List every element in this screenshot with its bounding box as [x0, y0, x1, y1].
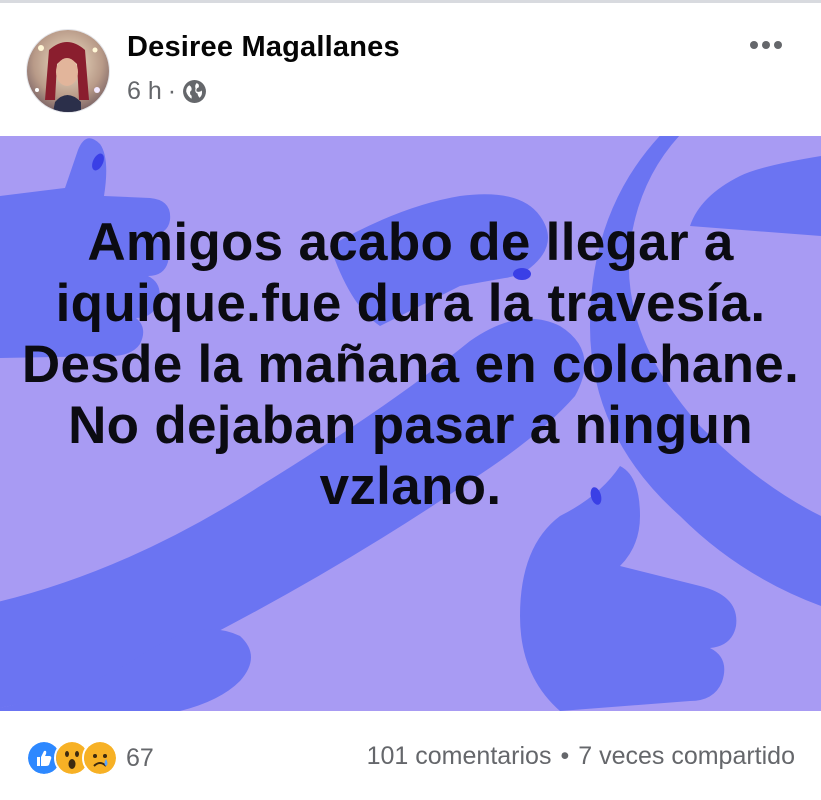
comments-count[interactable]: 101 comentarios: [367, 742, 552, 771]
meta-separator: ·: [167, 77, 177, 105]
stats-separator: •: [560, 742, 570, 770]
author-name[interactable]: Desiree Magallanes: [127, 31, 400, 64]
sad-reaction-icon: [82, 740, 118, 776]
shares-count[interactable]: 7 veces compartido: [578, 742, 795, 771]
engagement-stats: 101 comentarios • 7 veces compartido: [367, 742, 795, 771]
reactions-summary[interactable]: 67: [26, 740, 154, 776]
post-meta: 6 h ·: [127, 77, 207, 106]
post-text: Amigos acabo de llegar a iquique.fue dur…: [21, 213, 800, 516]
post-header: Desiree Magallanes 6 h ·: [0, 3, 821, 136]
post-footer: 67 101 comentarios • 7 veces compartido: [0, 711, 821, 800]
more-options-icon[interactable]: [748, 35, 784, 55]
globe-icon: [183, 80, 207, 103]
avatar-photo: [27, 30, 109, 112]
post-time[interactable]: 6 h: [127, 77, 162, 106]
post-background[interactable]: Amigos acabo de llegar a iquique.fue dur…: [0, 136, 821, 711]
author-avatar[interactable]: [26, 29, 110, 113]
reaction-count: 67: [126, 743, 154, 772]
